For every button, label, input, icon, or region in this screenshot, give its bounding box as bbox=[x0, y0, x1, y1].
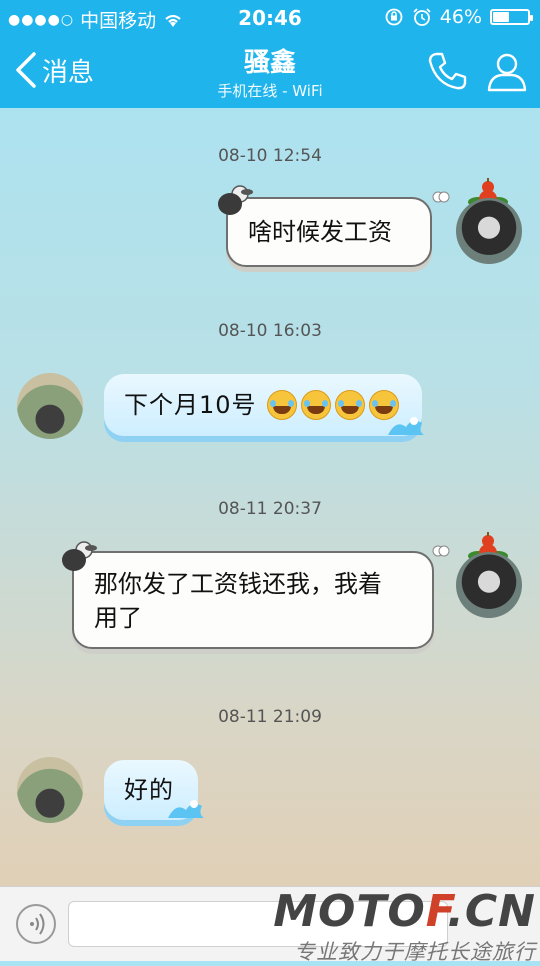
message-bubble-sent[interactable]: 啥时候发工资 bbox=[226, 197, 432, 267]
message-text-line: 用了 bbox=[94, 604, 142, 632]
message-text-line: 那你发了工资钱还我，我着 bbox=[94, 570, 382, 598]
message-timestamp: 08-11 21:09 bbox=[218, 707, 322, 727]
phone-icon[interactable] bbox=[424, 48, 470, 94]
rotation-lock-icon bbox=[385, 8, 403, 26]
sheep-bubble-decoration-icon bbox=[62, 541, 97, 571]
message-timestamp: 08-11 20:37 bbox=[218, 499, 322, 519]
battery-fill bbox=[493, 12, 509, 22]
message-bubble-sent[interactable]: 那你发了工资钱还我，我着 用了 bbox=[72, 551, 434, 649]
contact-avatar[interactable] bbox=[17, 757, 83, 823]
battery-icon bbox=[490, 9, 533, 25]
message-bubble-received[interactable]: 下个月10号 bbox=[104, 374, 422, 436]
chat-header: 消息 骚鑫 手机在线 - WiFi bbox=[0, 36, 540, 108]
message-text: 啥时候发工资 bbox=[248, 218, 392, 246]
cloud-puff-icon bbox=[432, 191, 450, 203]
message-text-field[interactable] bbox=[68, 901, 448, 947]
status-bar: ●●●●○ 中国移动 20:46 46% bbox=[0, 0, 540, 36]
message-timestamp: 08-10 12:54 bbox=[218, 146, 322, 166]
contact-avatar[interactable] bbox=[17, 373, 83, 439]
contact-profile-icon[interactable] bbox=[484, 48, 530, 94]
message-text: 下个月10号 bbox=[124, 391, 257, 419]
tears-of-joy-emoji-icon bbox=[266, 390, 297, 420]
message-timestamp: 08-10 16:03 bbox=[218, 321, 322, 341]
sheep-bubble-decoration-icon bbox=[218, 185, 253, 215]
my-avatar[interactable] bbox=[456, 198, 522, 264]
wave-decoration-icon bbox=[168, 800, 204, 818]
wave-decoration-icon bbox=[388, 417, 424, 435]
emoji-group bbox=[266, 390, 399, 420]
my-avatar[interactable] bbox=[456, 552, 522, 618]
message-text-block: 那你发了工资钱还我，我着 用了 bbox=[74, 553, 382, 635]
tears-of-joy-emoji-icon bbox=[334, 390, 365, 420]
alarm-icon bbox=[413, 8, 431, 26]
battery-percent: 46% bbox=[439, 6, 482, 28]
voice-wave-icon bbox=[30, 913, 45, 935]
voice-input-button[interactable] bbox=[16, 904, 56, 944]
tears-of-joy-emoji-icon bbox=[300, 390, 331, 420]
cloud-puff-icon bbox=[432, 545, 450, 557]
status-right: 46% bbox=[384, 6, 533, 28]
message-input-bar bbox=[0, 886, 540, 961]
